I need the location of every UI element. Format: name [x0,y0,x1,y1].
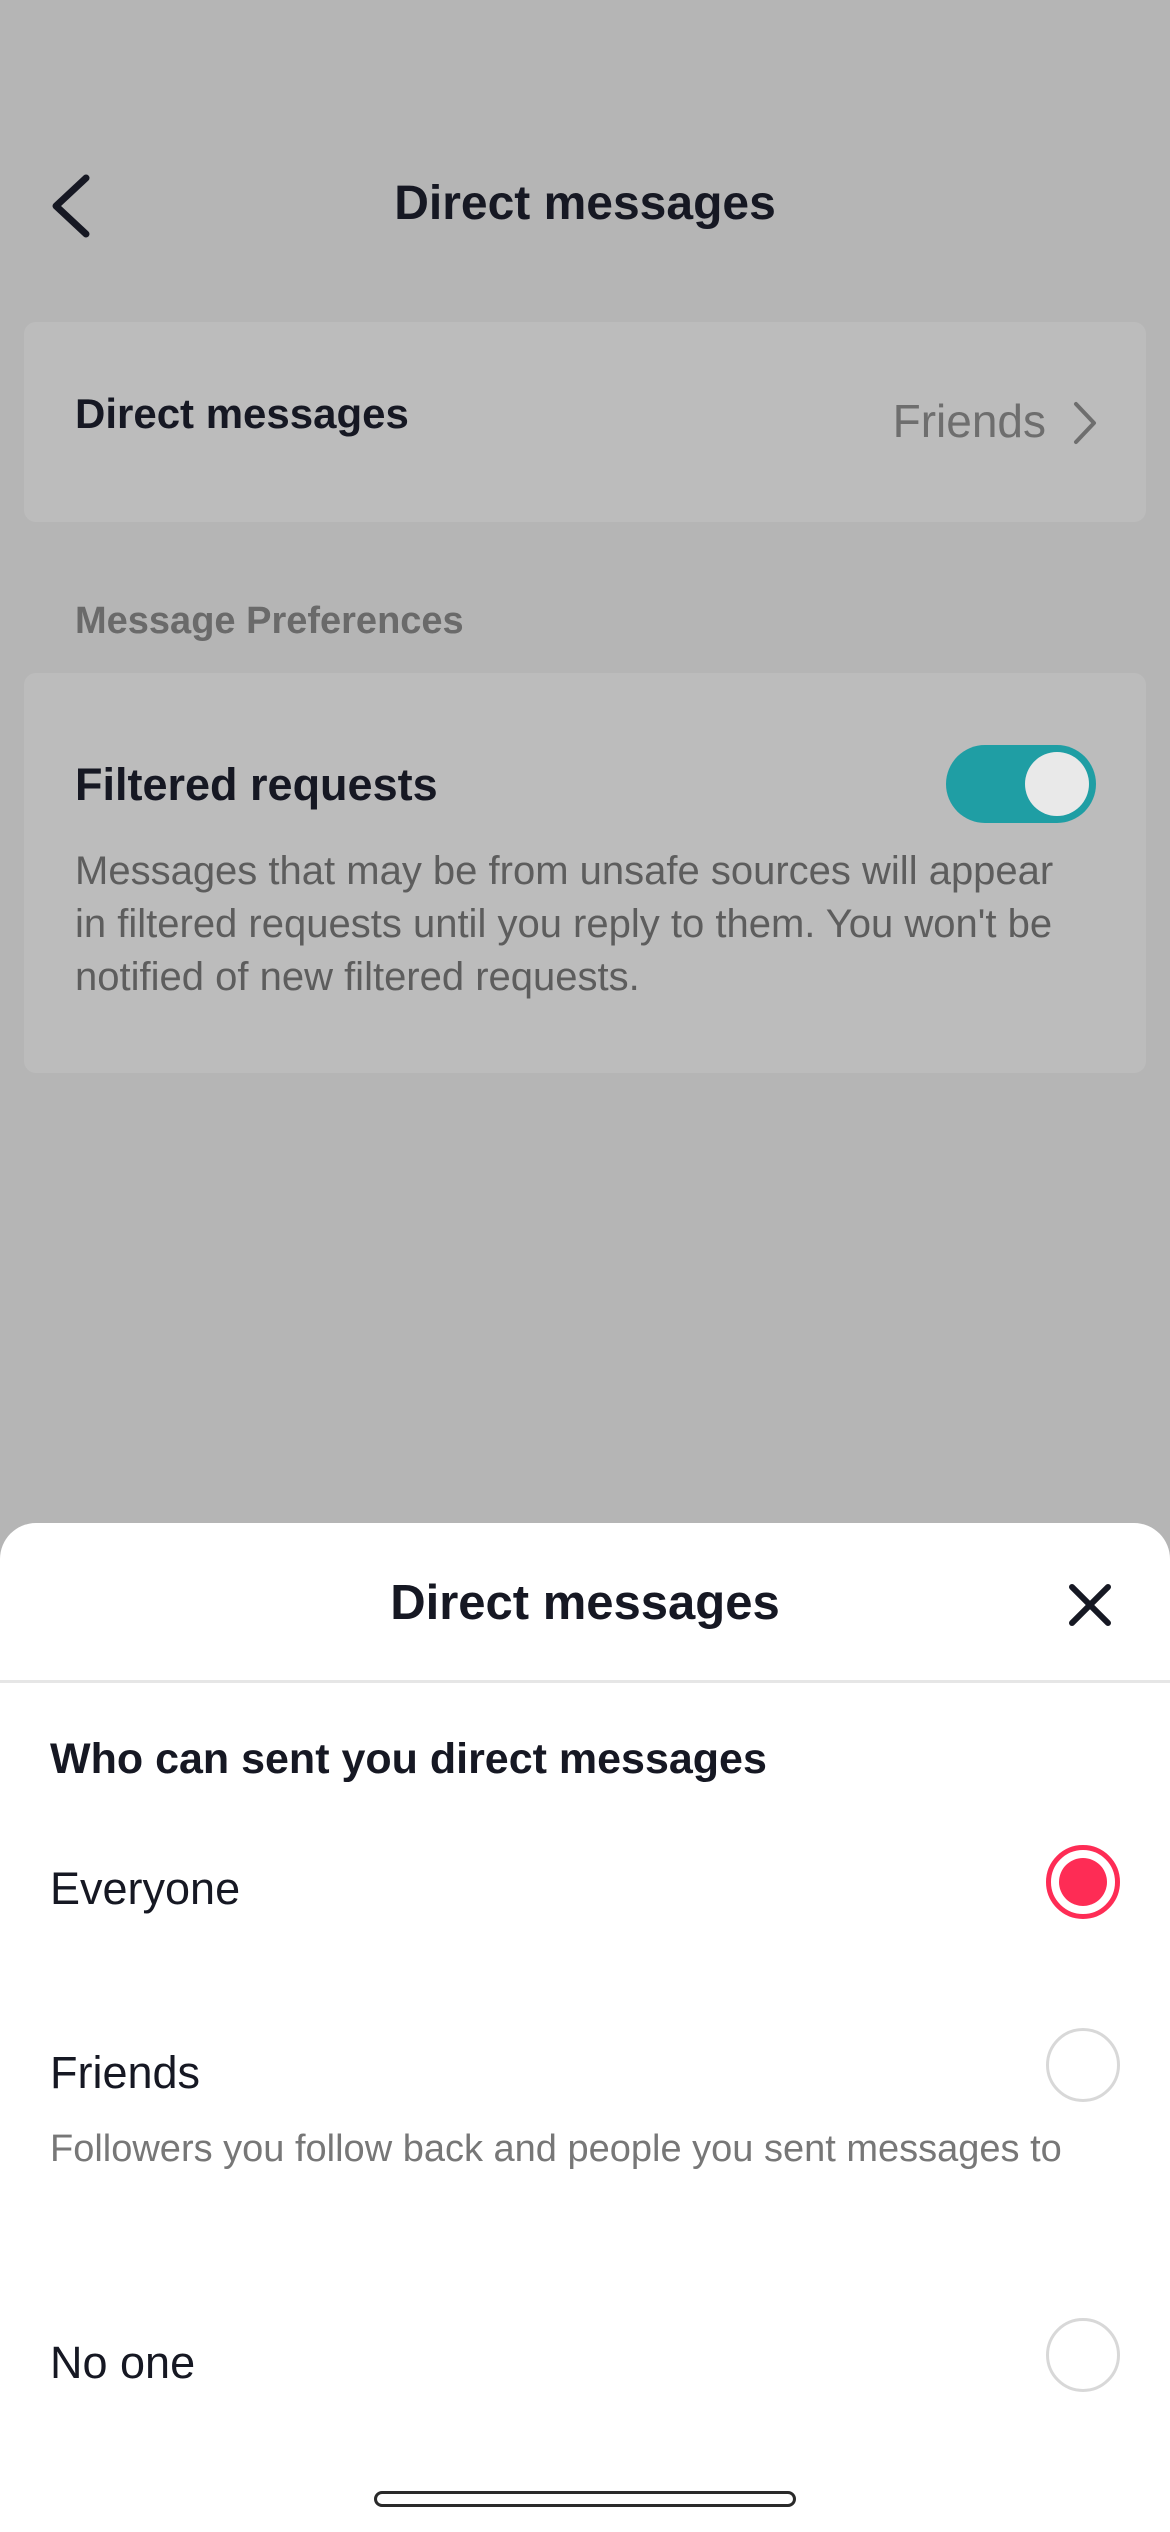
direct-messages-value: Friends [892,395,1046,447]
option-label: Everyone [50,1863,241,1914]
toggle-knob [1025,752,1089,816]
sheet-title: Direct messages [390,1576,780,1630]
direct-messages-label: Direct messages [75,390,409,437]
page-title: Direct messages [394,177,776,230]
option-everyone[interactable]: Everyone [0,1833,1170,1973]
option-label: No one [50,2337,196,2388]
radio-no-one[interactable] [1046,2318,1120,2392]
radio-friends[interactable] [1046,2028,1120,2102]
filtered-requests-title: Filtered requests [75,759,438,810]
radio-selected-dot [1059,1858,1107,1906]
option-description: Followers you follow back and people you… [50,2128,1062,2170]
filtered-requests-description: Messages that may be from unsafe sources… [75,849,1054,999]
radio-everyone[interactable] [1046,1845,1120,1919]
section-label-message-preferences: Message Preferences [75,600,464,642]
bottom-sheet: Direct messages Who can sent you direct … [0,1523,1170,2532]
filtered-requests-card: Filtered requests Messages that may be f… [24,673,1146,1073]
option-no-one[interactable]: No one [0,2307,1170,2447]
direct-messages-setting-row[interactable]: Direct messages Friends [24,322,1146,522]
filtered-requests-toggle[interactable] [946,745,1096,823]
sheet-header: Direct messages [0,1523,1170,1683]
close-icon [1069,1584,1111,1626]
close-button[interactable] [1062,1577,1118,1633]
sheet-question: Who can sent you direct messages [50,1735,767,1783]
home-indicator [374,2491,796,2507]
nav-bar: Direct messages [0,140,1170,270]
option-label: Friends [50,2047,201,2098]
chevron-right-icon [1074,402,1096,444]
option-friends[interactable]: Friends Followers you follow back and pe… [0,2017,1170,2257]
background-page: Direct messages Direct messages Friends … [0,0,1170,1523]
